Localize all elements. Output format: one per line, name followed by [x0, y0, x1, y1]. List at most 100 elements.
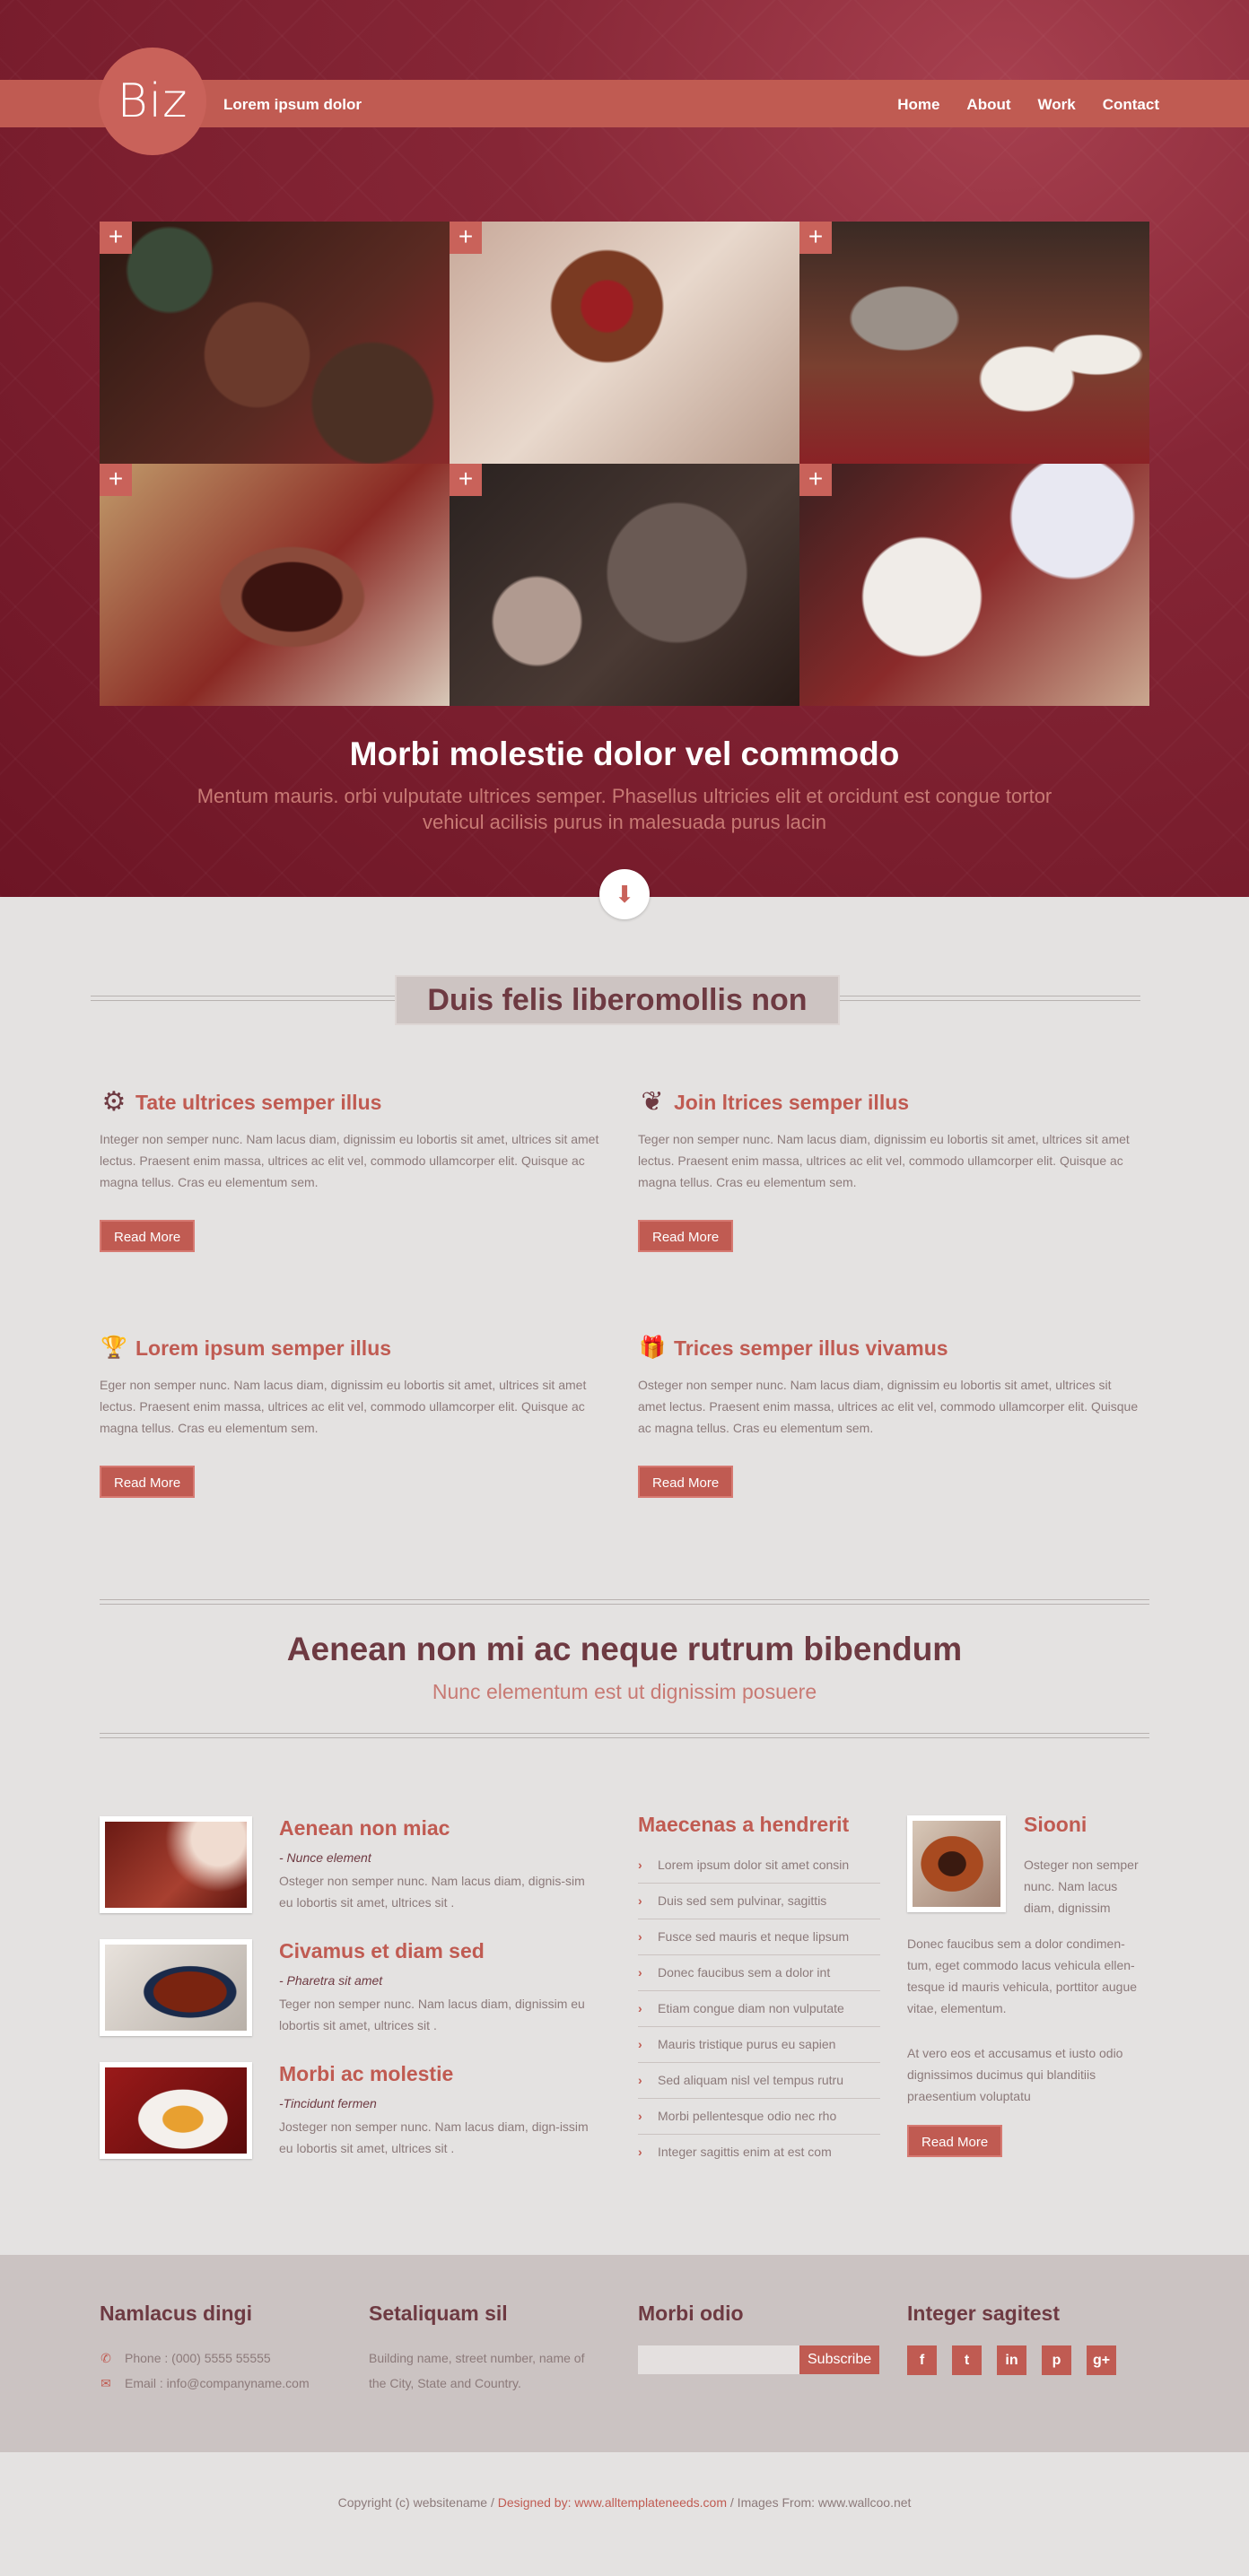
facebook-icon[interactable]: f	[907, 2345, 937, 2375]
chevron-right-icon: ›	[638, 2073, 642, 2087]
feature-title: Tate ultrices semper illus	[135, 1090, 382, 1114]
footer: Namlacus dingi ✆ Phone : (000) 5555 55555…	[0, 2255, 1249, 2452]
list-item[interactable]: › Donec faucibus sem a dolor int	[638, 1955, 880, 1991]
feature-text: Integer non semper nunc. Nam lacus diam,…	[100, 1132, 599, 1189]
subscribe-input[interactable]	[638, 2345, 799, 2374]
links-column: Maecenas a hendrerit › Lorem ipsum dolor …	[638, 1813, 880, 2171]
chevron-right-icon: ›	[638, 1893, 642, 1908]
subscribe-button[interactable]: Subscribe	[799, 2345, 880, 2374]
post-thumbnail[interactable]	[100, 2062, 252, 2159]
designer-link[interactable]: Designed by: www.alltemplateneeds.com	[498, 2495, 727, 2510]
phone-text: Phone : (000) 5555 55555	[125, 2351, 271, 2365]
feature-block: 🎁 Trices semper illus vivamus Osteger non…	[638, 1335, 1140, 1498]
side-title: Siooni	[1024, 1813, 1087, 1836]
footer-heading: Setaliquam sil	[369, 2302, 508, 2325]
post-title[interactable]: Civamus et diam sed	[279, 1939, 485, 1963]
side-thumbnail[interactable]	[907, 1815, 1006, 1912]
chevron-right-icon: ›	[638, 2109, 642, 2123]
twitter-icon[interactable]: t	[952, 2345, 982, 2375]
divider	[840, 996, 1140, 1001]
post-item: Morbi ac molestie -Tincidunt fermen Jost…	[100, 2062, 602, 2161]
post-thumbnail[interactable]	[100, 1816, 252, 1913]
footer-heading: Integer sagitest	[907, 2302, 1060, 2325]
gallery-tile[interactable]: +	[100, 464, 450, 706]
gallery-grid: + + + + + +	[100, 222, 1149, 706]
post-thumbnail[interactable]	[100, 1939, 252, 2036]
side-text: Osteger non semper nunc. Nam lacus diam,…	[1024, 1858, 1139, 1915]
hero-title: Morbi molestie dolor vel commodo	[349, 735, 900, 772]
list-item[interactable]: › Duis sed sem pulvinar, sagittis	[638, 1884, 880, 1919]
leaf-icon: ❦	[641, 1087, 664, 1117]
list-item[interactable]: › Morbi pellentesque odio nec rho	[638, 2099, 880, 2135]
divider	[100, 1599, 1149, 1605]
nav-home[interactable]: Home	[897, 96, 939, 114]
feature-text: Teger non semper nunc. Nam lacus diam, d…	[638, 1132, 1130, 1189]
post-text: Josteger non semper nunc. Nam lacus diam…	[279, 2119, 589, 2155]
plus-icon[interactable]: +	[799, 464, 832, 496]
read-more-button[interactable]: Read More	[638, 1220, 734, 1252]
post-item: Civamus et diam sed - Pharetra sit amet …	[100, 1939, 602, 2038]
gallery-tile[interactable]: +	[100, 222, 450, 464]
post-title[interactable]: Morbi ac molestie	[279, 2062, 453, 2086]
nav-contact[interactable]: Contact	[1103, 96, 1159, 114]
plus-icon[interactable]: +	[100, 464, 132, 496]
feature-title: Trices semper illus vivamus	[674, 1336, 948, 1360]
list-item[interactable]: › Lorem ipsum dolor sit amet consin	[638, 1848, 880, 1884]
main-menu: Home About Work Contact	[897, 96, 1159, 114]
footer-address: Setaliquam sil Building name, street num…	[369, 2302, 602, 2396]
list-item[interactable]: › Sed aliquam nisl vel tempus rutru	[638, 2063, 880, 2099]
gallery-tile[interactable]: +	[450, 464, 799, 706]
feature-title: Lorem ipsum semper illus	[135, 1336, 392, 1360]
email-icon: ✉	[100, 2376, 111, 2390]
post-item: Aenean non miac - Nunce element Osteger …	[100, 1816, 602, 1915]
nav-about[interactable]: About	[966, 96, 1010, 114]
post-title[interactable]: Aenean non miac	[279, 1816, 450, 1841]
read-more-button[interactable]: Read More	[907, 2125, 1003, 2157]
list-item[interactable]: › Mauris tristique purus eu sapien	[638, 2027, 880, 2063]
chevron-right-icon: ›	[638, 1858, 642, 1872]
logo[interactable]: Biz	[99, 48, 206, 155]
list-item[interactable]: › Fusce sed mauris et neque lipsum	[638, 1919, 880, 1955]
hero-section: Biz Lorem ipsum dolor Home About Work Co…	[0, 0, 1249, 897]
links-title: Maecenas a hendrerit	[638, 1813, 850, 1836]
chevron-right-icon: ›	[638, 2037, 642, 2051]
address-text: Building name, street number, name of th…	[369, 2351, 585, 2390]
plus-icon[interactable]: +	[799, 222, 832, 254]
list-item[interactable]: › Etiam congue diam non vulputate	[638, 1991, 880, 2027]
copyright: Copyright (c) websitename / Designed by:…	[337, 2495, 912, 2510]
read-more-button[interactable]: Read More	[638, 1466, 734, 1498]
footer-newsletter: Morbi odio Subscribe	[638, 2302, 880, 2374]
email-text[interactable]: Email : info@companyname.com	[125, 2371, 310, 2396]
scroll-down-icon[interactable]: ⬇	[599, 869, 650, 919]
section-title: Aenean non mi ac neque rutrum bibendum	[286, 1631, 963, 1667]
feature-block: ❦ Join ltrices semper illus Teger non sem…	[638, 1089, 1140, 1252]
site-tagline: Lorem ipsum dolor	[223, 96, 362, 113]
chevron-right-icon: ›	[638, 1929, 642, 1944]
gallery-tile[interactable]: +	[450, 222, 799, 464]
divider	[100, 1733, 1149, 1738]
read-more-button[interactable]: Read More	[100, 1466, 196, 1498]
google-plus-icon[interactable]: g+	[1087, 2345, 1116, 2375]
chevron-right-icon: ›	[638, 1965, 642, 1980]
post-subtitle: - Pharetra sit amet	[279, 1973, 383, 1988]
links-list: › Lorem ipsum dolor sit amet consin › Duis…	[638, 1848, 880, 2171]
phone-icon: ✆	[100, 2351, 111, 2365]
linkedin-icon[interactable]: in	[997, 2345, 1026, 2375]
footer-heading: Morbi odio	[638, 2302, 744, 2325]
nav-work[interactable]: Work	[1038, 96, 1076, 114]
feature-block: ⚙ Tate ultrices semper illus Integer non …	[100, 1089, 602, 1252]
plus-icon[interactable]: +	[450, 464, 482, 496]
chevron-right-icon: ›	[638, 2145, 642, 2159]
divider	[91, 996, 395, 1001]
list-item[interactable]: › Integer sagittis enim at est com	[638, 2135, 880, 2171]
post-subtitle: - Nunce element	[279, 1850, 371, 1865]
post-text: Osteger non semper nunc. Nam lacus diam,…	[279, 1874, 585, 1910]
feature-block: 🏆 Lorem ipsum semper illus Eger non sempe…	[100, 1335, 602, 1498]
pinterest-icon[interactable]: p	[1042, 2345, 1071, 2375]
plus-icon[interactable]: +	[100, 222, 132, 254]
gear-icon: ⚙	[101, 1087, 127, 1117]
gallery-tile[interactable]: +	[799, 222, 1149, 464]
plus-icon[interactable]: +	[450, 222, 482, 254]
gallery-tile[interactable]: +	[799, 464, 1149, 706]
read-more-button[interactable]: Read More	[100, 1220, 196, 1252]
